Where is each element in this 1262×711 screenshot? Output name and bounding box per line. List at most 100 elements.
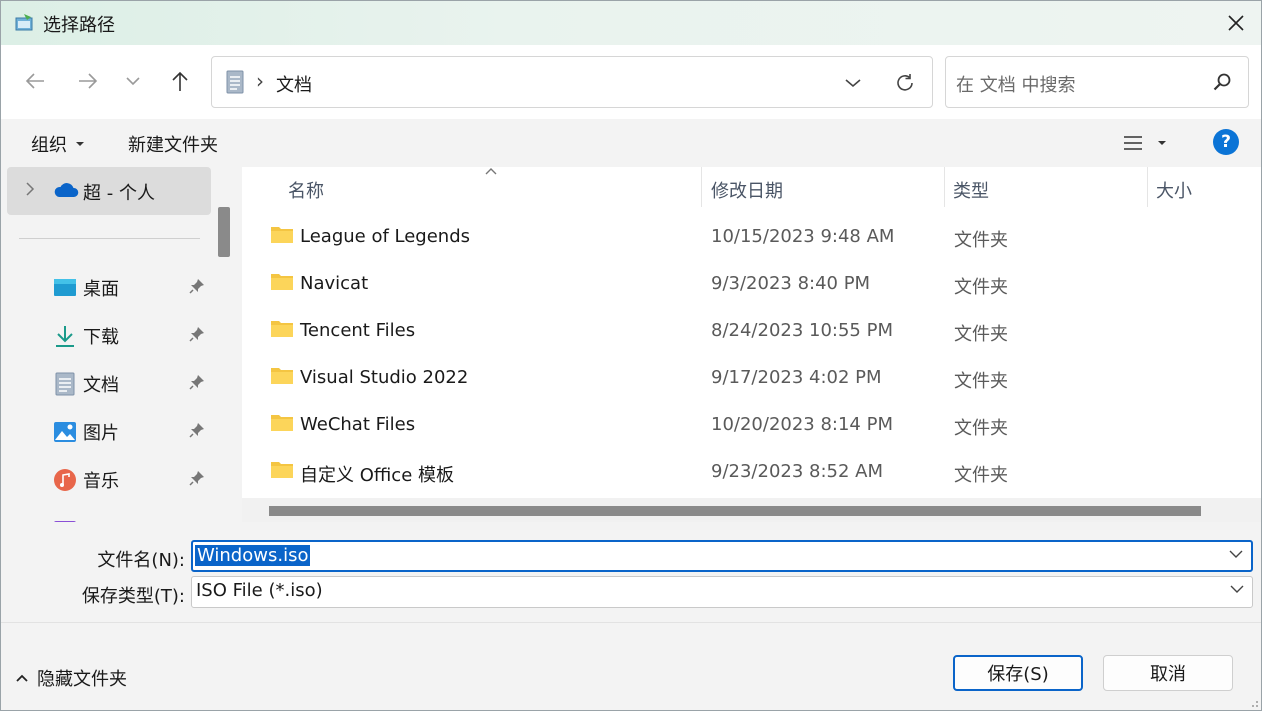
list-view-icon — [1124, 136, 1142, 150]
folder-icon — [271, 321, 293, 337]
table-row[interactable]: Navicat 9/3/2023 8:40 PM 文件夹 — [242, 261, 1261, 308]
cancel-button[interactable]: 取消 — [1103, 655, 1233, 691]
folder-icon — [271, 462, 293, 478]
filename-label: 文件名(N): — [97, 550, 185, 571]
arrow-up-icon — [172, 71, 188, 91]
pin-icon[interactable] — [189, 422, 205, 438]
table-row[interactable]: 自定义 Office 模板 9/23/2023 8:52 AM 文件夹 — [242, 449, 1261, 496]
column-header-label: 名称 — [288, 181, 324, 202]
documents-icon — [226, 70, 244, 94]
file-type: 文件夹 — [954, 324, 1008, 345]
sort-ascending-icon — [485, 168, 497, 175]
desktop-icon — [54, 279, 76, 296]
file-type: 文件夹 — [954, 418, 1008, 439]
column-header-label: 类型 — [953, 181, 989, 202]
column-header-type[interactable]: 类型 — [945, 167, 1148, 207]
folder-icon — [271, 368, 293, 384]
view-options-button[interactable] — [1123, 129, 1179, 157]
chevron-down-icon — [845, 79, 861, 88]
new-folder-button[interactable]: 新建文件夹 — [128, 131, 218, 157]
sidebar-item-pictures[interactable]: 图片 — [1, 411, 215, 451]
title-bar: 选择路径 — [1, 1, 1261, 45]
navigation-pane: 超 - 个人 桌面 下载 文档 图片 音乐 — [1, 167, 237, 522]
save-button[interactable]: 保存(S) — [953, 655, 1083, 691]
refresh-button[interactable] — [888, 69, 922, 97]
download-icon — [56, 326, 74, 347]
chevron-down-icon[interactable] — [1230, 585, 1244, 593]
file-date: 10/15/2023 9:48 AM — [711, 226, 895, 247]
table-row[interactable]: Visual Studio 2022 9/17/2023 4:02 PM 文件夹 — [242, 355, 1261, 402]
save-dialog: 选择路径 › 文档 在 文档 中搜索 组织 新建文件夹 ? 超 - 个人 桌面 … — [0, 0, 1262, 711]
file-name: League of Legends — [300, 226, 471, 247]
sidebar-item-music[interactable]: 音乐 — [1, 459, 215, 499]
file-name: Navicat — [300, 273, 369, 294]
close-icon — [1228, 15, 1244, 31]
pin-icon[interactable] — [189, 374, 205, 390]
horizontal-scrollbar-thumb[interactable] — [269, 506, 1201, 516]
filetype-value: ISO File (*.iso) — [196, 580, 323, 601]
chevron-up-icon — [16, 674, 28, 682]
column-header-name[interactable]: 名称 — [242, 167, 702, 207]
documents-icon — [55, 372, 75, 396]
address-dropdown-button[interactable] — [838, 69, 868, 97]
file-name: Tencent Files — [300, 320, 416, 341]
window-title: 选择路径 — [43, 15, 115, 36]
chevron-right-icon[interactable] — [25, 181, 35, 197]
help-button[interactable]: ? — [1213, 129, 1239, 155]
breadcrumb-current[interactable]: 文档 — [276, 71, 312, 97]
file-name: 自定义 Office 模板 — [300, 465, 454, 486]
file-date: 10/20/2023 8:14 PM — [711, 414, 893, 435]
filename-input[interactable]: Windows.iso — [191, 540, 1253, 572]
search-icon[interactable] — [1212, 72, 1232, 92]
music-icon — [54, 469, 76, 491]
column-header-date[interactable]: 修改日期 — [702, 167, 945, 207]
close-button[interactable] — [1209, 1, 1261, 45]
resize-grip-icon[interactable] — [1247, 696, 1259, 708]
sidebar-item-downloads[interactable]: 下载 — [1, 315, 215, 355]
pin-icon[interactable] — [189, 326, 205, 342]
sidebar-item-label: 文档 — [83, 375, 119, 396]
search-box[interactable]: 在 文档 中搜索 — [945, 56, 1249, 108]
forward-button[interactable] — [70, 63, 106, 99]
horizontal-scrollbar[interactable] — [242, 498, 1261, 522]
sidebar-divider — [19, 238, 200, 239]
sidebar-item-videos-partial[interactable] — [1, 509, 215, 522]
up-button[interactable] — [162, 63, 198, 99]
pin-icon[interactable] — [189, 278, 205, 294]
table-row[interactable]: League of Legends 10/15/2023 9:48 AM 文件夹 — [242, 214, 1261, 261]
file-date: 8/24/2023 10:55 PM — [711, 320, 893, 341]
filetype-label: 保存类型(T): — [81, 586, 185, 607]
filetype-select[interactable]: ISO File (*.iso) — [191, 576, 1253, 608]
pin-icon[interactable] — [189, 470, 205, 486]
address-bar[interactable]: › 文档 — [211, 56, 933, 108]
table-row[interactable]: Tencent Files 8/24/2023 10:55 PM 文件夹 — [242, 308, 1261, 355]
caret-down-icon — [76, 142, 84, 146]
recent-locations-button[interactable] — [115, 63, 151, 99]
hide-folders-toggle[interactable]: 隐藏文件夹 — [15, 665, 127, 691]
save-options-panel: 文件名(N): Windows.iso 保存类型(T): ISO File (*… — [1, 522, 1261, 622]
folder-icon — [271, 415, 293, 431]
chevron-down-icon[interactable] — [1229, 550, 1243, 558]
sidebar-item-label: 音乐 — [83, 471, 119, 492]
onedrive-cloud-icon — [54, 183, 79, 197]
sidebar-item-onedrive[interactable]: 超 - 个人 — [7, 167, 211, 215]
sidebar-item-desktop[interactable]: 桌面 — [1, 267, 215, 307]
chevron-down-icon — [126, 77, 140, 86]
sidebar-item-documents[interactable]: 文档 — [1, 363, 215, 403]
pictures-icon — [54, 422, 76, 442]
column-header-label: 大小 — [1156, 181, 1192, 202]
filename-value[interactable]: Windows.iso — [195, 545, 311, 566]
column-header-size[interactable]: 大小 — [1148, 167, 1261, 207]
sidebar-scrollbar-thumb[interactable] — [218, 207, 230, 257]
file-type: 文件夹 — [954, 277, 1008, 298]
file-date: 9/3/2023 8:40 PM — [711, 273, 871, 294]
navigation-bar: › 文档 在 文档 中搜索 — [1, 45, 1261, 119]
organize-button[interactable]: 组织 — [31, 131, 85, 157]
column-header-label: 修改日期 — [711, 181, 783, 202]
back-button[interactable] — [17, 63, 53, 99]
sidebar-item-label: 桌面 — [83, 279, 119, 300]
app-icon — [15, 14, 33, 31]
arrow-right-icon — [79, 73, 98, 89]
table-row[interactable]: WeChat Files 10/20/2023 8:14 PM 文件夹 — [242, 402, 1261, 449]
sidebar-item-label: 超 - 个人 — [83, 183, 155, 204]
